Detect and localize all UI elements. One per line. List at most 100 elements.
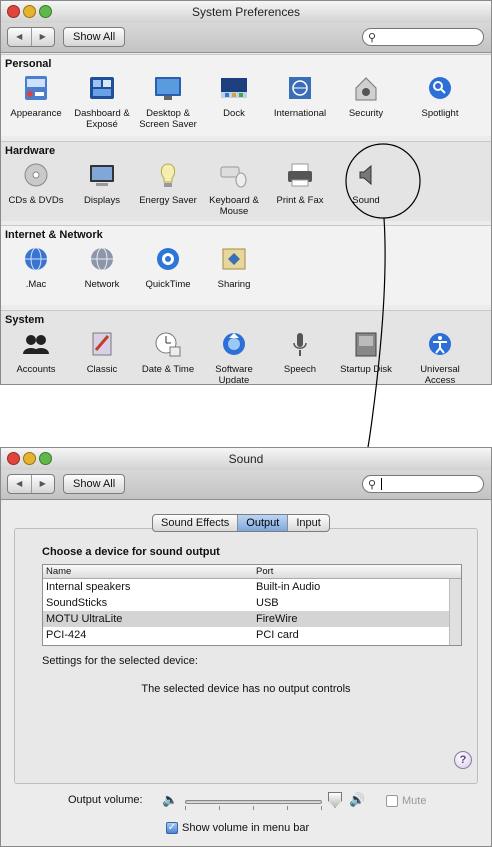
pref-displays[interactable]: Displays (69, 161, 135, 206)
software-update-icon (223, 333, 245, 355)
pref-desktop-screen-saver[interactable]: Desktop & Screen Saver (135, 74, 201, 130)
volume-ticks (185, 806, 322, 811)
international-icon (289, 77, 311, 99)
search-input[interactable]: ⚲ (362, 28, 484, 46)
back-arrow-icon[interactable]: ◀ (8, 28, 31, 46)
search-icon: ⚲ (368, 32, 377, 44)
pref-label: Spotlight (421, 108, 459, 119)
energy-saver-icon (160, 163, 176, 187)
tab-bar: Sound Effects Output Input (152, 514, 330, 532)
pref-label: Accounts (16, 364, 56, 375)
section-title: Hardware (5, 145, 56, 157)
pref-accounts[interactable]: Accounts (3, 330, 69, 375)
table-header: Name Port (43, 565, 461, 579)
pref-label: Startup Disk (340, 364, 392, 375)
spotlight-icon (429, 77, 451, 99)
pref-label: Print & Fax (276, 195, 324, 206)
pref-appearance[interactable]: Appearance (3, 74, 69, 119)
search-icon: ⚲ (368, 479, 377, 491)
forward-arrow-icon[interactable]: ▶ (30, 28, 55, 46)
cd-dvd-icon (24, 163, 48, 187)
window-title: System Preferences (191, 5, 301, 19)
desktop-icon (155, 77, 181, 100)
no-controls-message: The selected device has no output contro… (141, 683, 351, 695)
pref-dashboard-expos[interactable]: Dashboard & Exposé (69, 74, 135, 130)
title-bar[interactable]: System Preferences (1, 1, 491, 23)
help-button[interactable]: ? (454, 751, 472, 769)
table-scrollbar[interactable] (449, 579, 461, 645)
pref-label: Universal Access (420, 364, 460, 385)
pref-print-fax[interactable]: Print & Fax (267, 161, 333, 206)
startup-disk-icon (355, 332, 377, 357)
pref-label: Dashboard & Exposé (74, 108, 130, 130)
device-chooser-title: Choose a device for sound output (42, 546, 220, 558)
show-volume-checkbox[interactable]: ✓ Show volume in menu bar (166, 822, 309, 834)
window-title: Sound (228, 452, 264, 466)
keyboard-mouse-icon (220, 166, 247, 188)
pref-label: Desktop & Screen Saver (139, 108, 197, 130)
date-time-icon (155, 332, 181, 357)
pref-label: Network (84, 279, 120, 290)
sharing-icon (222, 248, 246, 270)
pref-label: Speech (283, 364, 317, 375)
table-row[interactable]: SoundSticks USB (43, 595, 461, 611)
table-row[interactable]: MOTU UltraLite FireWire (43, 611, 461, 627)
show-all-button[interactable]: Show All (63, 474, 126, 494)
pref-label: International (273, 108, 327, 119)
pref-security[interactable]: Security (333, 74, 399, 119)
mute-checkbox-box[interactable] (386, 795, 398, 807)
toolbar: ◀ ▶ Show All ⚲ (1, 23, 491, 53)
tab-output[interactable]: Output (237, 515, 288, 531)
pref-energy-saver[interactable]: Energy Saver (135, 161, 201, 206)
pref-mac[interactable]: .Mac (3, 245, 69, 290)
table-row[interactable]: PCI-424 PCI card (43, 627, 461, 643)
speaker-low-icon: 🔈 (162, 792, 179, 807)
pref-dock[interactable]: Dock (201, 74, 267, 119)
volume-slider[interactable] (185, 800, 322, 804)
dock-icon (221, 78, 247, 98)
pref-label: Appearance (10, 108, 62, 119)
column-port[interactable]: Port (253, 565, 448, 578)
pref-speech[interactable]: Speech (267, 330, 333, 375)
show-volume-checkbox-box[interactable]: ✓ (166, 822, 178, 834)
tab-sound-effects[interactable]: Sound Effects (153, 515, 237, 531)
security-icon (355, 77, 377, 101)
section-personal: Personal Appearance Dashboard & Exposé Desk… (1, 54, 491, 136)
show-all-button[interactable]: Show All (63, 27, 126, 47)
device-table[interactable]: Name Port Internal speakers Built-in Audi… (42, 564, 462, 646)
back-forward-buttons[interactable]: ◀ ▶ (7, 474, 55, 494)
pref-quicktime[interactable]: QuickTime (135, 245, 201, 290)
device-port: PCI card (256, 629, 299, 641)
pref-cds-dvds[interactable]: CDs & DVDs (3, 161, 69, 206)
pref-sharing[interactable]: Sharing (201, 245, 267, 290)
device-name: PCI-424 (46, 629, 87, 641)
pref-label: Displays (84, 195, 120, 206)
device-name: SoundSticks (46, 597, 108, 609)
pref-international[interactable]: International (267, 74, 333, 119)
tab-input[interactable]: Input (287, 515, 328, 531)
pref-software-update[interactable]: Software Update (201, 330, 267, 385)
title-bar[interactable]: Sound (1, 448, 491, 470)
pref-date-time[interactable]: Date & Time (135, 330, 201, 375)
mute-checkbox[interactable]: Mute (386, 795, 426, 807)
back-forward-buttons[interactable]: ◀ ▶ (7, 27, 55, 47)
pref-startup-disk[interactable]: Startup Disk (333, 330, 399, 375)
network-icon (91, 247, 113, 271)
back-arrow-icon[interactable]: ◀ (8, 475, 31, 493)
pref-network[interactable]: Network (69, 245, 135, 290)
search-input[interactable]: ⚲ (362, 475, 484, 493)
forward-arrow-icon[interactable]: ▶ (30, 475, 55, 493)
device-port: FireWire (256, 613, 298, 625)
pref-sound[interactable]: Sound (333, 161, 399, 206)
pref-universal-access[interactable]: Universal Access (407, 330, 473, 385)
section-hardware: Hardware CDs & DVDs Displays Energy Saver Ke… (1, 141, 491, 221)
pref-keyboard-mouse[interactable]: Keyboard & Mouse (201, 161, 267, 217)
table-row[interactable]: Internal speakers Built-in Audio (43, 579, 461, 595)
pref-label: Software Update (215, 364, 253, 385)
device-name: Internal speakers (46, 581, 131, 593)
text-caret (381, 478, 382, 490)
pref-classic[interactable]: Classic (69, 330, 135, 375)
section-internet-network: Internet & Network .Mac Network QuickTime Sh… (1, 225, 491, 305)
pref-spotlight[interactable]: Spotlight (407, 74, 473, 119)
column-name[interactable]: Name (43, 565, 253, 578)
